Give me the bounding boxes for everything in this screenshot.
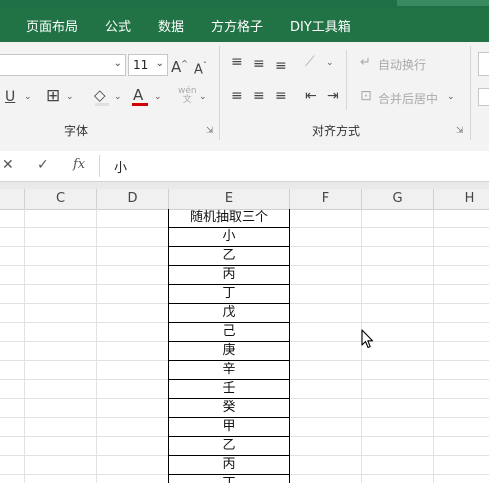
ribbon: ⌄ 11 ⌄ A^ Aˇ U ⌄ ⊞ ⌄ ◇ ⌄ A ⌄ wén 文 ⌄ 字体 ⇲… xyxy=(0,42,489,152)
chevron-down-icon[interactable]: ⌄ xyxy=(199,92,207,102)
cell-e-header[interactable]: 随机抽取三个 xyxy=(168,209,290,228)
column-header-d[interactable]: D xyxy=(97,189,169,209)
merge-center-button[interactable]: 合并后居中 xyxy=(378,90,438,107)
ribbon-tab-bar: 页面布局 公式 数据 方方格子 DIY工具箱 xyxy=(0,8,489,42)
font-group-label: 字体 xyxy=(64,124,89,138)
cancel-icon[interactable]: ✕ xyxy=(2,157,14,173)
column-header-row: C D E F G H xyxy=(0,189,489,210)
chevron-down-icon: ⌄ xyxy=(113,58,122,69)
cell[interactable]: 小 xyxy=(168,228,290,247)
number-format-button[interactable] xyxy=(478,88,489,106)
insert-function-icon[interactable]: fx xyxy=(73,157,85,172)
number-format-combo[interactable] xyxy=(478,52,489,76)
underline-icon[interactable]: U xyxy=(5,89,15,105)
align-bottom-icon[interactable]: ≡ xyxy=(275,58,287,74)
orientation-icon[interactable]: ⟋ xyxy=(305,54,315,70)
dialog-launcher-icon[interactable]: ⇲ xyxy=(206,126,214,136)
column-header-b[interactable] xyxy=(0,189,25,209)
align-left-icon[interactable]: ≡ xyxy=(231,88,243,104)
font-color-icon[interactable]: A xyxy=(133,87,143,103)
inner-separator xyxy=(346,50,347,110)
sheet-gap xyxy=(0,182,489,189)
cell[interactable]: 壬 xyxy=(168,380,290,399)
font-size-combo[interactable]: 11 ⌄ xyxy=(128,54,168,76)
column-header-f[interactable]: F xyxy=(290,189,362,209)
fill-color-swatch xyxy=(95,103,109,106)
column-header-c[interactable]: C xyxy=(25,189,97,209)
font-name-combo[interactable]: ⌄ xyxy=(0,54,126,76)
title-bar-search-area[interactable] xyxy=(397,0,489,6)
cell[interactable]: 丙 xyxy=(168,456,290,475)
wrap-text-icon: ↵ xyxy=(360,55,371,70)
align-top-icon[interactable]: ≡ xyxy=(231,54,243,70)
chevron-down-icon[interactable]: ⌄ xyxy=(447,92,455,102)
cell[interactable]: 丁 xyxy=(168,285,290,304)
title-bar xyxy=(0,0,489,8)
tab-diy-toolbox[interactable]: DIY工具箱 xyxy=(290,16,351,35)
align-right-icon[interactable]: ≡ xyxy=(275,88,287,104)
enter-icon[interactable]: ✓ xyxy=(37,157,49,173)
column-header-h[interactable]: H xyxy=(434,189,489,209)
group-separator xyxy=(219,46,220,140)
cell[interactable]: 癸 xyxy=(168,399,290,418)
phonetic-icon[interactable]: wén 文 xyxy=(178,87,197,105)
wrap-text-button[interactable]: 自动换行 xyxy=(378,56,426,73)
align-center-icon[interactable]: ≡ xyxy=(253,88,265,104)
dialog-launcher-icon[interactable]: ⇲ xyxy=(456,126,464,136)
shrink-font-icon[interactable]: Aˇ xyxy=(194,58,207,78)
column-header-e[interactable]: E xyxy=(169,189,290,209)
cell[interactable]: 甲 xyxy=(168,418,290,437)
font-color-swatch xyxy=(132,103,148,106)
align-middle-icon[interactable]: ≡ xyxy=(253,56,265,72)
font-size-value: 11 xyxy=(133,58,149,72)
cell[interactable]: 丁 xyxy=(168,475,290,483)
cell[interactable]: 戊 xyxy=(168,304,290,323)
column-header-g[interactable]: G xyxy=(362,189,434,209)
chevron-down-icon[interactable]: ⌄ xyxy=(326,58,334,68)
chevron-down-icon[interactable]: ⌄ xyxy=(114,92,122,102)
group-separator xyxy=(470,46,471,140)
grid-line xyxy=(433,209,434,483)
cell[interactable]: 庚 xyxy=(168,342,290,361)
grid-line xyxy=(24,209,25,483)
cell[interactable]: 辛 xyxy=(168,361,290,380)
fill-color-icon[interactable]: ◇ xyxy=(94,87,106,103)
alignment-group-label: 对齐方式 xyxy=(312,124,361,138)
chevron-down-icon[interactable]: ⌄ xyxy=(154,92,162,102)
cell[interactable]: 乙 xyxy=(168,437,290,456)
tab-fangfang[interactable]: 方方格子 xyxy=(211,16,263,35)
tab-page-layout[interactable]: 页面布局 xyxy=(26,16,78,35)
chevron-down-icon[interactable]: ⌄ xyxy=(66,92,74,102)
cell-grid[interactable]: 随机抽取三个 小 乙 丙 丁 戊 己 庚 辛 壬 癸 甲 乙 丙 丁 xyxy=(0,209,489,483)
formula-input[interactable]: 小 xyxy=(114,157,127,176)
chevron-down-icon: ⌄ xyxy=(155,58,164,69)
increase-indent-icon[interactable]: ⇥ xyxy=(327,88,339,104)
grid-line xyxy=(96,209,97,483)
formula-separator xyxy=(99,155,100,177)
mouse-pointer-icon xyxy=(361,329,374,349)
cell[interactable]: 丙 xyxy=(168,266,290,285)
tab-formulas[interactable]: 公式 xyxy=(105,16,131,35)
column-e-range: 随机抽取三个 小 乙 丙 丁 戊 己 庚 辛 壬 癸 甲 乙 丙 丁 xyxy=(168,209,290,483)
border-icon[interactable]: ⊞ xyxy=(46,88,60,105)
cell[interactable]: 乙 xyxy=(168,247,290,266)
decrease-indent-icon[interactable]: ⇤ xyxy=(305,88,317,104)
merge-center-icon: ⊡ xyxy=(360,88,372,104)
grow-font-icon[interactable]: A^ xyxy=(171,56,188,75)
tab-data[interactable]: 数据 xyxy=(158,16,184,35)
cell[interactable]: 己 xyxy=(168,323,290,342)
formula-bar: ✕ ✓ fx 小 xyxy=(0,151,489,182)
chevron-down-icon[interactable]: ⌄ xyxy=(24,92,32,102)
